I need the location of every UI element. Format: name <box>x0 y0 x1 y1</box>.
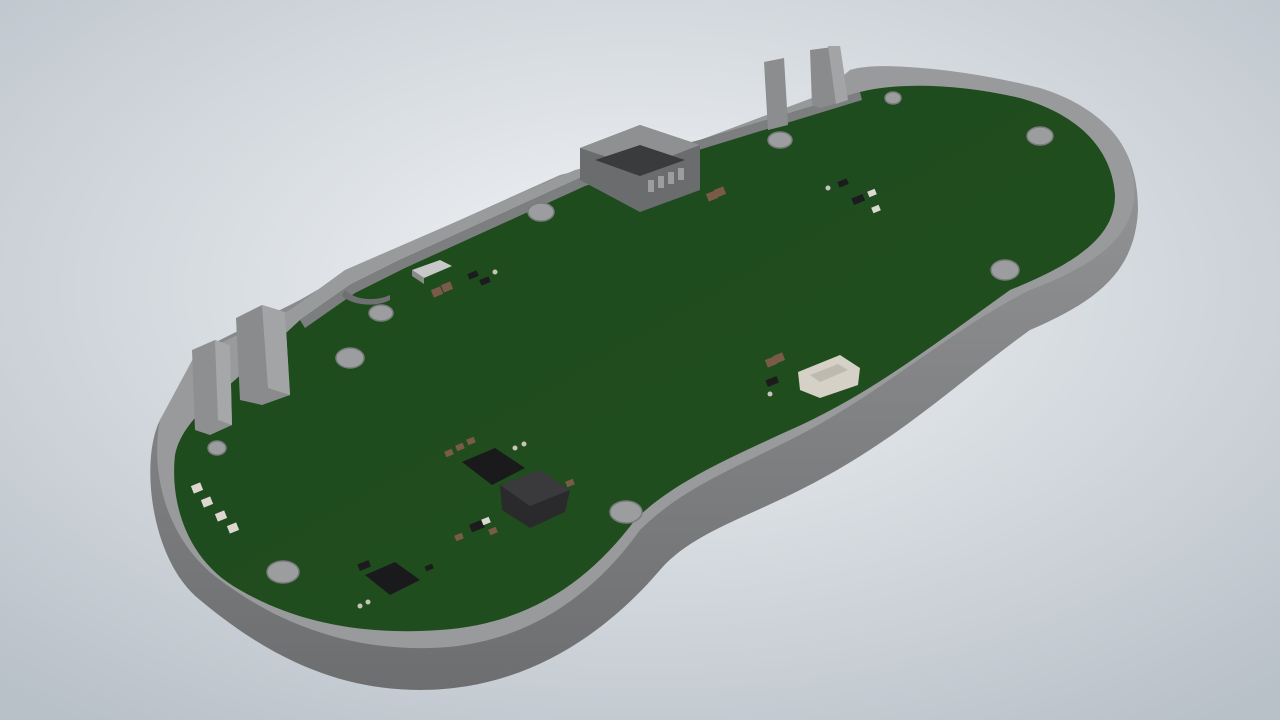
board-render <box>0 0 1280 720</box>
standoff <box>368 304 394 322</box>
standoff <box>207 440 227 456</box>
standoff <box>609 500 643 524</box>
standoff <box>1026 126 1054 146</box>
render-scene <box>0 0 1280 720</box>
standoff <box>767 131 793 149</box>
standoff <box>266 560 300 584</box>
standoff <box>527 202 555 222</box>
standoff <box>884 91 902 105</box>
standoff <box>990 259 1020 281</box>
standoff <box>335 347 365 369</box>
post <box>764 58 788 130</box>
